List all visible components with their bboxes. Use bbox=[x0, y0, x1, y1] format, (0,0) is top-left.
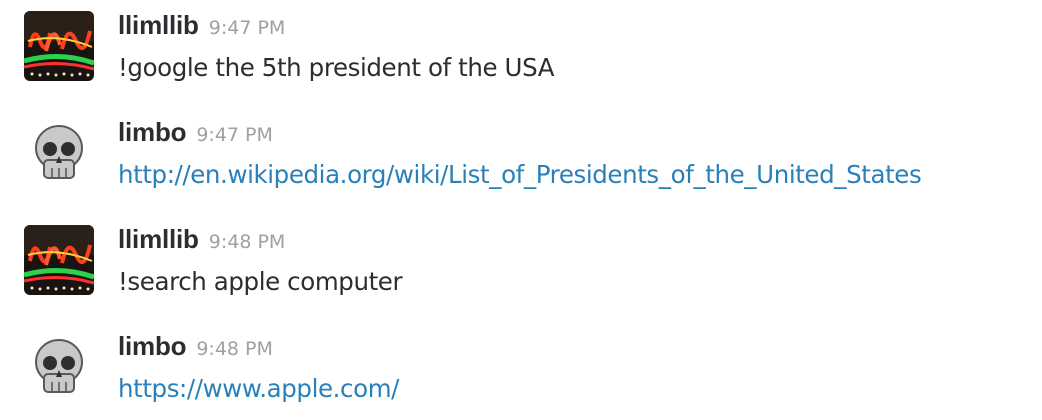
message-header: llimllib 9:48 PM bbox=[118, 224, 285, 255]
message-header: limbo 9:48 PM bbox=[118, 331, 273, 362]
timestamp[interactable]: 9:48 PM bbox=[196, 338, 273, 360]
user-avatar[interactable] bbox=[24, 332, 94, 402]
message-item: llimllib 9:48 PM !search apple computer bbox=[0, 214, 1042, 314]
username[interactable]: llimllib bbox=[118, 10, 199, 40]
message-header: limbo 9:47 PM bbox=[118, 117, 273, 148]
user-avatar[interactable] bbox=[24, 118, 94, 188]
username[interactable]: limbo bbox=[118, 331, 187, 361]
neon-sign-avatar-icon bbox=[24, 11, 94, 81]
message-item: limbo 9:48 PM https://www.apple.com/ bbox=[0, 321, 1042, 420]
message-text: !google the 5th president of the USA bbox=[118, 53, 555, 82]
timestamp[interactable]: 9:47 PM bbox=[196, 124, 273, 146]
user-avatar[interactable] bbox=[24, 11, 94, 81]
username[interactable]: limbo bbox=[118, 117, 187, 147]
neon-sign-avatar-icon bbox=[24, 225, 94, 295]
message-header: llimllib 9:47 PM bbox=[118, 10, 285, 41]
skull-icon bbox=[24, 118, 94, 188]
message-link[interactable]: http://en.wikipedia.org/wiki/List_of_Pre… bbox=[118, 160, 922, 189]
message-text: !search apple computer bbox=[118, 267, 403, 296]
timestamp[interactable]: 9:47 PM bbox=[209, 17, 286, 39]
timestamp[interactable]: 9:48 PM bbox=[209, 231, 286, 253]
user-avatar[interactable] bbox=[24, 225, 94, 295]
skull-icon bbox=[24, 332, 94, 402]
username[interactable]: llimllib bbox=[118, 224, 199, 254]
message-link[interactable]: https://www.apple.com/ bbox=[118, 374, 399, 403]
message-list: llimllib 9:47 PM !google the 5th presiden… bbox=[0, 0, 1042, 420]
message-item: llimllib 9:47 PM !google the 5th presiden… bbox=[0, 0, 1042, 100]
message-item: limbo 9:47 PM http://en.wikipedia.org/wik… bbox=[0, 107, 1042, 207]
